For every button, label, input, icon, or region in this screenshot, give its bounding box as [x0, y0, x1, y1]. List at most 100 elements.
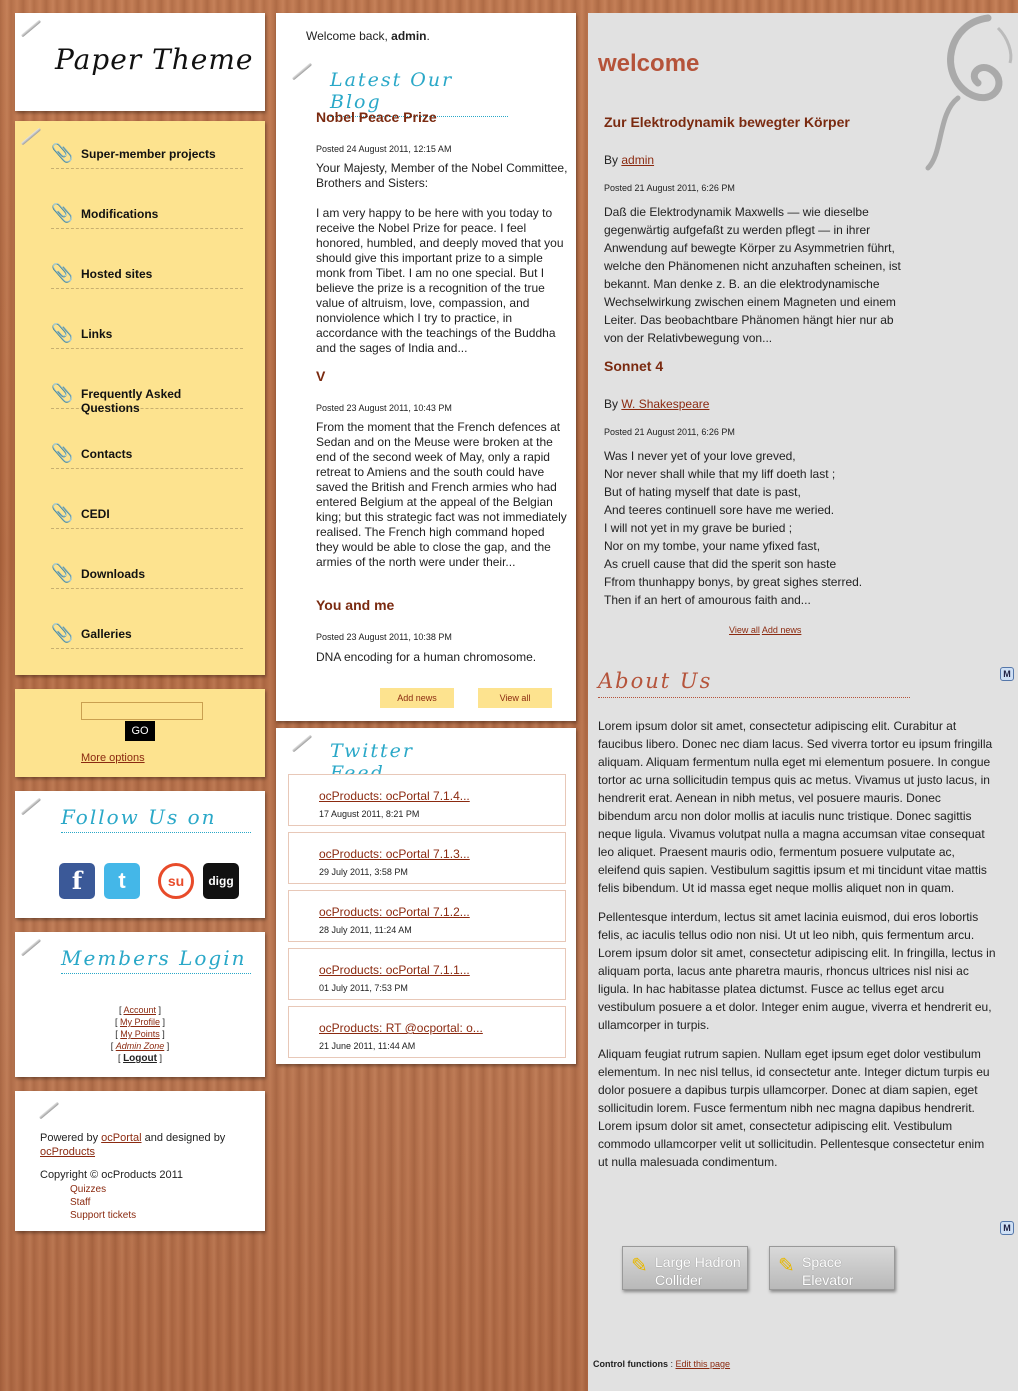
- main-nav: 📎 Super-member projects 📎 Modifications 📎 H…: [15, 121, 265, 675]
- blog-post-date: Posted 23 August 2011, 10:43 PM: [316, 403, 452, 413]
- pin-icon: [288, 58, 314, 84]
- tweet-item: ocProducts: RT @ocportal: o... 21 June 20…: [288, 1006, 566, 1058]
- footer-links: Quizzes Staff Support tickets: [70, 1183, 136, 1222]
- search-go-button[interactable]: GO: [125, 721, 155, 741]
- support-tickets-link[interactable]: Support tickets: [70, 1209, 136, 1222]
- pin-icon: [17, 123, 43, 149]
- search-panel: GO More options: [15, 689, 265, 777]
- author-link[interactable]: admin: [621, 153, 654, 167]
- nav-item-links[interactable]: 📎 Links: [51, 317, 243, 349]
- news-byline: By W. Shakespeare: [604, 397, 710, 411]
- nav-item-cedi[interactable]: 📎 CEDI: [51, 497, 243, 529]
- edit-block-icon[interactable]: M: [1000, 667, 1014, 681]
- welcome-message: Welcome back, admin.: [306, 29, 430, 43]
- blog-panel: Welcome back, admin. Latest Our Blog Nob…: [276, 13, 576, 721]
- logout-link[interactable]: Logout: [123, 1053, 157, 1064]
- nav-item-galleries[interactable]: 📎 Galleries: [51, 617, 243, 649]
- news-title[interactable]: Zur Elektrodynamik bewegter Körper: [604, 114, 850, 130]
- pen-icon: ✎: [631, 1255, 648, 1277]
- paperclip-icon: 📎: [51, 623, 74, 643]
- tweet-item: ocProducts: ocPortal 7.1.2... 28 July 201…: [288, 890, 566, 942]
- pen-icon: ✎: [778, 1255, 795, 1277]
- more-options-link[interactable]: More options: [81, 752, 145, 764]
- space-elevator-button[interactable]: ✎ Space Elevator: [769, 1246, 895, 1290]
- powered-by: Powered by ocPortal and designed by ocPr…: [40, 1132, 226, 1158]
- login-title: Members Login: [61, 946, 251, 974]
- view-all-link[interactable]: View all: [729, 625, 760, 635]
- blog-post-title[interactable]: V: [316, 368, 325, 384]
- paperclip-icon: 📎: [51, 203, 74, 223]
- news-body: Daß die Elektrodynamik Maxwells — wie di…: [604, 205, 901, 345]
- nav-item-faq[interactable]: 📎 Frequently Asked Questions: [51, 377, 243, 415]
- facebook-icon[interactable]: f: [59, 863, 95, 899]
- news-byline: By admin: [604, 153, 655, 167]
- login-panel: Members Login [ Account ] [ My Profile ]…: [15, 932, 265, 1077]
- ocproducts-link[interactable]: ocProducts: [40, 1146, 95, 1158]
- pin-icon: [288, 730, 314, 756]
- blog-post-body: From the moment that the French defences…: [316, 420, 567, 569]
- twitter-icon[interactable]: t: [104, 863, 140, 899]
- search-input[interactable]: [81, 702, 203, 720]
- paperclip-icon: 📎: [51, 563, 74, 583]
- news-date: Posted 21 August 2011, 6:26 PM: [604, 427, 735, 437]
- news-body: Was I never yet of your love greved, Nor …: [604, 449, 863, 607]
- paperclip-icon: 📎: [51, 323, 74, 343]
- admin-zone-link[interactable]: Admin Zone: [116, 1041, 165, 1051]
- edit-block-icon[interactable]: M: [1000, 1221, 1014, 1235]
- paperclip-icon: 📎: [51, 443, 74, 463]
- twitter-panel: Twitter Feed ocProducts: ocPortal 7.1.4.…: [276, 728, 576, 1064]
- my-profile-link[interactable]: My Profile: [120, 1017, 160, 1027]
- tweet-item: ocProducts: ocPortal 7.1.4... 17 August 2…: [288, 774, 566, 826]
- quizzes-link[interactable]: Quizzes: [70, 1183, 136, 1196]
- pin-icon: [17, 793, 43, 819]
- staff-link[interactable]: Staff: [70, 1196, 136, 1209]
- paperclip-icon: 📎: [51, 503, 74, 523]
- pin-icon: [17, 934, 43, 960]
- nav-item-super-member-projects[interactable]: 📎 Super-member projects: [51, 137, 243, 169]
- swirl-ornament-icon: [925, 14, 1013, 171]
- view-all-button[interactable]: View all: [478, 688, 552, 708]
- site-logo[interactable]: Paper Theme: [55, 43, 253, 76]
- nav-item-hosted-sites[interactable]: 📎 Hosted sites: [51, 257, 243, 289]
- news-date: Posted 21 August 2011, 6:26 PM: [604, 183, 735, 193]
- account-link[interactable]: Account: [123, 1005, 156, 1015]
- blog-post-date: Posted 23 August 2011, 10:38 PM: [316, 632, 452, 642]
- paperclip-icon: 📎: [51, 263, 74, 283]
- copyright: Copyright © ocProducts 2011: [40, 1169, 184, 1181]
- blog-post-date: Posted 24 August 2011, 12:15 AM: [316, 144, 452, 154]
- large-hadron-collider-button[interactable]: ✎ Large Hadron Collider: [622, 1246, 748, 1290]
- ocportal-link[interactable]: ocPortal: [101, 1132, 141, 1144]
- blog-post-title[interactable]: You and me: [316, 597, 394, 613]
- follow-panel: Follow Us on f t su digg: [15, 791, 265, 918]
- control-functions: Control functions : Edit this page: [593, 1359, 731, 1369]
- nav-item-modifications[interactable]: 📎 Modifications: [51, 197, 243, 229]
- about-title: About Us: [598, 669, 910, 698]
- author-link[interactable]: W. Shakespeare: [621, 397, 709, 411]
- pin-icon: [17, 15, 43, 41]
- page-title: welcome: [598, 50, 700, 77]
- logo-panel: Paper Theme: [15, 13, 265, 111]
- main-content: welcome Zur Elektrodynamik bewegter Körp…: [588, 13, 1018, 1391]
- nav-item-contacts[interactable]: 📎 Contacts: [51, 437, 243, 469]
- stumbleupon-icon[interactable]: su: [158, 863, 194, 899]
- edit-page-link[interactable]: Edit this page: [676, 1359, 731, 1369]
- digg-icon[interactable]: digg: [203, 863, 239, 899]
- tweet-item: ocProducts: ocPortal 7.1.1... 01 July 201…: [288, 948, 566, 1000]
- pin-icon: [35, 1097, 61, 1123]
- about-body: Lorem ipsum dolor sit amet, consectetur …: [598, 719, 996, 1169]
- add-news-link[interactable]: Add news: [762, 625, 802, 635]
- footer-panel: Powered by ocPortal and designed by ocPr…: [15, 1091, 265, 1231]
- blog-post-title[interactable]: Nobel Peace Prize: [316, 109, 437, 125]
- paperclip-icon: 📎: [51, 143, 74, 163]
- login-links: [ Account ] [ My Profile ] [ My Points ]…: [110, 1005, 170, 1064]
- nav-item-downloads[interactable]: 📎 Downloads: [51, 557, 243, 589]
- add-news-button[interactable]: Add news: [380, 688, 454, 708]
- blog-post-body: DNA encoding for a human chromosome.: [316, 650, 537, 664]
- blog-post-body: Your Majesty, Member of the Nobel Commit…: [316, 161, 568, 355]
- follow-title: Follow Us on: [61, 805, 251, 833]
- news-title[interactable]: Sonnet 4: [604, 358, 663, 374]
- paperclip-icon: 📎: [51, 383, 74, 403]
- news-links: View all Add news: [729, 625, 801, 635]
- my-points-link[interactable]: My Points: [120, 1029, 160, 1039]
- tweet-item: ocProducts: ocPortal 7.1.3... 29 July 201…: [288, 832, 566, 884]
